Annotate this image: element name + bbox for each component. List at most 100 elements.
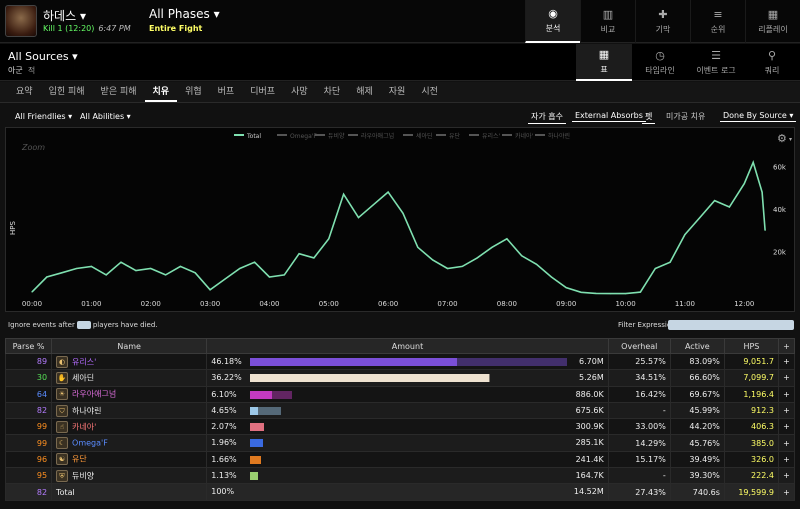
done-by-select[interactable]: Done By Source ▾ xyxy=(720,110,797,122)
amount-value: 241.4K xyxy=(575,454,604,464)
legend-label: 듀비양 xyxy=(328,132,345,140)
overheal-cell: - xyxy=(607,467,671,485)
expand-button[interactable]: + xyxy=(777,418,796,436)
tab-2[interactable]: 받은 피해 xyxy=(93,82,145,102)
col-header[interactable]: Amount xyxy=(206,338,609,354)
filter-expression-input[interactable] xyxy=(668,320,794,330)
chevron-down-icon[interactable]: ▾ xyxy=(789,136,792,143)
col-header[interactable]: + xyxy=(777,338,796,354)
name-cell[interactable]: ☾ Omega'F xyxy=(51,434,208,452)
table-row[interactable]: 30 ✋ 세아딘 36.22% 5.26M 34.51% 66.60% 7,099.7 + xyxy=(4,369,796,387)
col-header[interactable]: Overheal xyxy=(607,338,671,354)
tab-7[interactable]: 사망 xyxy=(283,82,316,102)
nav-book[interactable]: ▥ 비교 xyxy=(580,0,635,43)
tab-0[interactable]: 요약 xyxy=(8,82,41,102)
legend-label: 라우아애그넘 xyxy=(361,132,394,140)
self-absorb-toggle[interactable]: 자가 흡수 xyxy=(528,110,566,124)
name-cell[interactable]: ☝ 카네아' xyxy=(51,418,208,436)
data-point xyxy=(254,261,256,263)
hps-chart[interactable]: Zoom Total Omega'F 듀비양 라우아애그넘 세아딘 유단 유리스' 카네아' 하나… xyxy=(5,127,795,312)
tab-5[interactable]: 버프 xyxy=(210,82,243,102)
player-name: 유리스' xyxy=(72,357,97,367)
expand-button[interactable]: + xyxy=(777,352,796,371)
name-cell[interactable]: ✋ 세아딘 xyxy=(51,369,208,387)
gear-icon[interactable]: ⚙ xyxy=(777,132,787,145)
data-point xyxy=(714,200,716,202)
name-cell[interactable]: ☯ 유단 xyxy=(51,450,208,469)
table-row[interactable]: 99 ☾ Omega'F 1.96% 285.1K 14.29% 45.76% 385.0 + xyxy=(4,434,796,452)
overheal-cell: 16.42% xyxy=(607,385,671,403)
legend-entry[interactable]: Omega'F xyxy=(277,133,317,140)
name-cell[interactable]: ⛉ 하나야린 xyxy=(51,401,208,420)
legend-entry[interactable]: 듀비양 xyxy=(315,132,345,140)
view-pin[interactable]: ⚲ 쿼리 xyxy=(744,44,800,81)
tab-9[interactable]: 해제 xyxy=(348,82,381,102)
tab-4[interactable]: 위협 xyxy=(177,82,210,102)
friendlies-select[interactable]: All Friendlies ▾ xyxy=(15,112,72,121)
name-cell[interactable]: Total xyxy=(51,483,208,501)
legend-entry[interactable]: 세아딘 xyxy=(403,132,433,140)
view-list[interactable]: ☰ 이벤트 로그 xyxy=(688,44,744,81)
name-cell[interactable]: ⛨ 듀비양 xyxy=(51,467,208,485)
legend-entry[interactable]: Total xyxy=(234,133,261,140)
legend-entry[interactable]: 유단 xyxy=(436,132,461,140)
expand-button[interactable]: + xyxy=(777,434,796,452)
active-cell: 69.67% xyxy=(669,385,725,403)
hps-cell: 222.4 xyxy=(723,467,779,485)
tab-1[interactable]: 입힌 피해 xyxy=(41,82,93,102)
name-cell[interactable]: ◐ 유리스' xyxy=(51,352,208,371)
expand-button[interactable]: + xyxy=(777,369,796,387)
chart-svg: Zoom Total Omega'F 듀비양 라우아애그넘 세아딘 유단 유리스' 카네아' 하나… xyxy=(9,132,792,308)
nav-film[interactable]: ▦ 리플레이 xyxy=(745,0,800,43)
legend-entry[interactable]: 유리스' xyxy=(469,132,501,140)
parse-cell: 96 xyxy=(4,450,53,469)
table-row[interactable]: 82 ⛉ 하나야린 4.65% 675.6K -45.99% 912.3 + xyxy=(4,401,796,420)
legend-label: Total xyxy=(246,133,261,140)
col-header[interactable]: Parse % xyxy=(4,338,53,354)
data-point xyxy=(165,274,167,276)
source-select[interactable]: All Sources ▾ xyxy=(8,50,78,63)
col-header[interactable]: HPS xyxy=(723,338,779,354)
col-header[interactable]: Name xyxy=(51,338,208,354)
table-row[interactable]: 89 ◐ 유리스' 46.18% 6.70M 25.57% 83.09% 9,051.7 + xyxy=(4,352,796,371)
nav-eye[interactable]: ◉ 분석 xyxy=(525,0,580,43)
name-cell[interactable]: ☀ 라우아애그넘 xyxy=(51,385,208,403)
phase-select[interactable]: All Phases ▾ xyxy=(149,7,220,21)
col-header[interactable]: Active xyxy=(669,338,725,354)
tab-3[interactable]: 치유 xyxy=(144,82,178,102)
tab-8[interactable]: 차단 xyxy=(316,82,349,102)
amount-value: 164.7K xyxy=(575,471,604,481)
pet-toggle[interactable]: 펫 xyxy=(642,110,656,124)
expand-button[interactable]: + xyxy=(777,467,796,485)
view-label: 타임라인 xyxy=(645,65,675,75)
table-row[interactable]: 99 ☝ 카네아' 2.07% 300.9K 33.00% 44.20% 406.3 + xyxy=(4,418,796,436)
table-row[interactable]: 64 ☀ 라우아애그넘 6.10% 886.0K 16.42% 69.67% 1,196.4 + xyxy=(4,385,796,403)
table-row[interactable]: 95 ⛨ 듀비양 1.13% 164.7K -39.30% 222.4 + xyxy=(4,467,796,485)
nav-rank[interactable]: ≡ 순위 xyxy=(690,0,745,43)
legend-entry[interactable]: 라우아애그넘 xyxy=(348,132,394,140)
tab-10[interactable]: 자원 xyxy=(381,82,414,102)
view-table[interactable]: ▦ 표 xyxy=(576,44,632,81)
boss-select[interactable]: 하데스 ▾ xyxy=(43,7,86,24)
abilities-select[interactable]: All Abilities ▾ xyxy=(80,112,131,121)
amount-value: 300.9K xyxy=(575,422,604,432)
tab-6[interactable]: 디버프 xyxy=(242,82,283,102)
legend-entry[interactable]: 카네아' xyxy=(502,132,534,140)
zoom-label[interactable]: Zoom xyxy=(21,143,45,152)
expand-button[interactable]: + xyxy=(777,401,796,420)
legend-entry[interactable]: 하나야린 xyxy=(535,132,570,140)
unprocessed-heal-toggle[interactable]: 미가공 치유 xyxy=(663,110,708,123)
expand-button[interactable]: + xyxy=(777,483,796,501)
view-label: 표 xyxy=(600,64,608,74)
tab-11[interactable]: 시전 xyxy=(413,82,446,102)
expand-button[interactable]: + xyxy=(777,385,796,403)
series-line-total[interactable] xyxy=(31,160,766,295)
external-absorbs-toggle[interactable]: External Absorbs xyxy=(572,110,646,122)
total-row[interactable]: 82 Total 100% 14.52M 27.43% 740.6s 19,599.9 + xyxy=(4,483,796,501)
faction-toggle[interactable]: 아군 적 xyxy=(8,65,35,76)
table-row[interactable]: 96 ☯ 유단 1.66% 241.4K 15.17% 39.49% 326.0 + xyxy=(4,450,796,469)
view-clock[interactable]: ◷ 타임라인 xyxy=(632,44,688,81)
ignore-deaths-input[interactable] xyxy=(76,321,91,329)
nav-puzzle[interactable]: ✚ 기막 xyxy=(635,0,690,43)
expand-button[interactable]: + xyxy=(777,450,796,469)
